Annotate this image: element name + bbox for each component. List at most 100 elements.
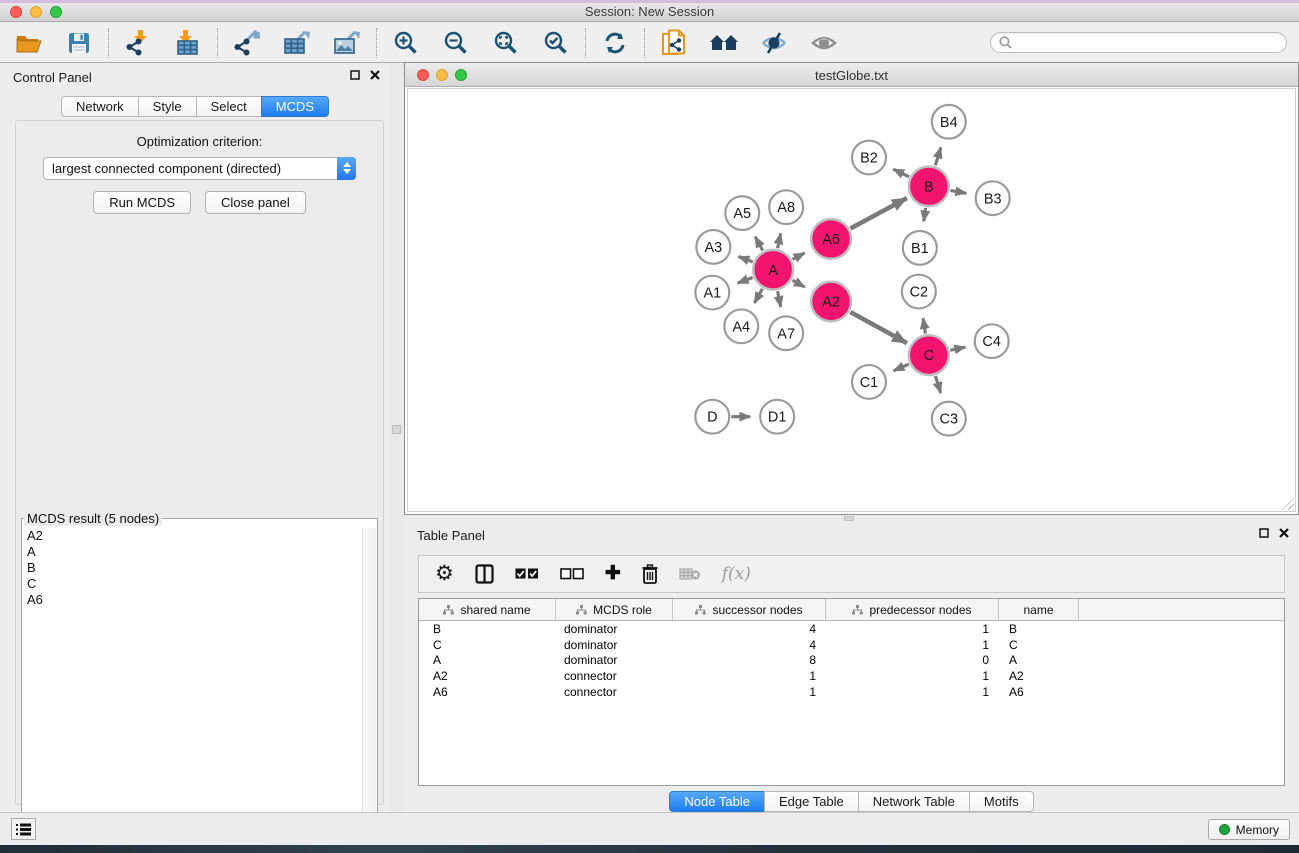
table-cell[interactable]: C [419, 638, 556, 652]
open-session-icon[interactable] [14, 28, 44, 58]
graph-edge-B-B2[interactable] [893, 169, 909, 177]
close-panel-icon[interactable] [370, 70, 380, 80]
graph-edge-A-A1[interactable] [738, 277, 753, 283]
graph-edge-A6-B[interactable] [850, 198, 906, 228]
graph-node-B3[interactable]: B3 [976, 181, 1010, 215]
hide-selected-icon[interactable] [759, 28, 789, 58]
apply-layout-icon[interactable] [600, 28, 630, 58]
graph-node-B4[interactable]: B4 [932, 105, 966, 139]
tab-edge-table[interactable]: Edge Table [764, 791, 859, 812]
graph-edge-C-C1[interactable] [894, 364, 909, 371]
graph-edge-A-A8[interactable] [778, 233, 781, 248]
table-cell[interactable]: 1 [826, 638, 999, 652]
tab-select[interactable]: Select [196, 96, 262, 117]
graph-edge-A-A7[interactable] [778, 291, 781, 307]
table-cell[interactable]: dominator [556, 622, 673, 636]
graph-node-A1[interactable]: A1 [695, 276, 729, 310]
tab-mcds[interactable]: MCDS [261, 96, 329, 117]
graph-node-A5[interactable]: A5 [725, 196, 759, 230]
table-row[interactable]: Bdominator41B [419, 621, 1284, 637]
graph-edge-B-B1[interactable] [924, 208, 926, 221]
close-panel-button[interactable]: Close panel [205, 191, 306, 214]
table-cell[interactable]: A6 [419, 685, 556, 699]
table-cell[interactable]: A6 [999, 685, 1079, 699]
graph-edge-A-A4[interactable] [754, 289, 762, 303]
graph-node-C2[interactable]: C2 [902, 275, 936, 309]
tab-network[interactable]: Network [61, 96, 139, 117]
graph-node-A8[interactable]: A8 [769, 190, 803, 224]
column-header-MCDS-role[interactable]: MCDS role [556, 599, 673, 620]
export-network-icon[interactable] [232, 28, 262, 58]
mcds-result-item[interactable]: A2 [23, 528, 362, 544]
graph-edge-A2-C[interactable] [850, 312, 907, 343]
table-row[interactable]: Adominator80A [419, 653, 1284, 669]
table-cell[interactable]: 8 [673, 653, 826, 667]
save-session-icon[interactable] [64, 28, 94, 58]
graph-edge-A-A3[interactable] [738, 257, 752, 262]
table-row[interactable]: Cdominator41C [419, 637, 1284, 653]
graph-node-D1[interactable]: D1 [760, 400, 794, 434]
graph-node-A3[interactable]: A3 [696, 230, 730, 264]
export-image-icon[interactable] [332, 28, 362, 58]
column-header-successor-nodes[interactable]: successor nodes [673, 599, 826, 620]
table-cell[interactable]: 1 [826, 669, 999, 683]
graph-node-C[interactable]: C [909, 335, 949, 375]
table-cell[interactable]: A2 [419, 669, 556, 683]
mcds-result-item[interactable]: B [23, 560, 362, 576]
column-header-name[interactable]: name [999, 599, 1079, 620]
table-cell[interactable]: B [419, 622, 556, 636]
import-table-icon[interactable] [173, 28, 203, 58]
add-column-icon[interactable]: ✚ [605, 561, 621, 587]
zoom-selected-icon[interactable] [541, 28, 571, 58]
column-header-shared-name[interactable]: shared name [419, 599, 556, 620]
delete-columns-icon[interactable] [642, 561, 658, 587]
deselect-all-columns-icon[interactable] [560, 561, 584, 587]
show-hidden-icon[interactable] [809, 28, 839, 58]
export-table-icon[interactable] [282, 28, 312, 58]
panels-menu-button[interactable] [11, 818, 36, 840]
table-cell[interactable]: B [999, 622, 1079, 636]
float-table-panel-icon[interactable] [1259, 528, 1269, 538]
graph-node-A7[interactable]: A7 [769, 316, 803, 350]
table-cell[interactable]: 1 [826, 685, 999, 699]
table-cell[interactable]: A [999, 653, 1079, 667]
table-options-icon[interactable]: ⚙ [435, 561, 454, 587]
select-all-columns-icon[interactable] [515, 561, 539, 587]
graph-node-A6[interactable]: A6 [811, 219, 851, 259]
result-scrollbar[interactable] [362, 528, 376, 852]
criterion-dropdown[interactable]: largest connected component (directed) [43, 157, 356, 180]
graph-node-C3[interactable]: C3 [932, 402, 966, 436]
home-view-icon[interactable] [709, 28, 739, 58]
graph-edge-A-A2[interactable] [792, 280, 804, 287]
graph-node-A[interactable]: A [753, 250, 793, 290]
graph-node-C4[interactable]: C4 [975, 324, 1009, 358]
graph-edge-A-A6[interactable] [793, 253, 805, 259]
table-cell[interactable]: 1 [673, 685, 826, 699]
table-cell[interactable]: connector [556, 669, 673, 683]
table-cell[interactable]: dominator [556, 653, 673, 667]
graph-edge-C-C2[interactable] [923, 318, 925, 333]
tab-network-table[interactable]: Network Table [858, 791, 970, 812]
table-cell[interactable]: C [999, 638, 1079, 652]
table-cell[interactable]: A2 [999, 669, 1079, 683]
float-panel-icon[interactable] [350, 70, 360, 80]
run-mcds-button[interactable]: Run MCDS [93, 191, 191, 214]
graph-edge-C-C4[interactable] [950, 347, 965, 350]
table-row[interactable]: A2connector11A2 [419, 668, 1284, 684]
graph-edge-C-C3[interactable] [935, 376, 940, 393]
divider-grip[interactable] [392, 425, 401, 434]
graph-node-B2[interactable]: B2 [852, 141, 886, 175]
table-cell[interactable]: connector [556, 685, 673, 699]
table-cell[interactable]: 1 [826, 622, 999, 636]
mcds-result-item[interactable]: C [23, 576, 362, 592]
graph-node-D[interactable]: D [695, 400, 729, 434]
delete-table-icon[interactable] [679, 561, 701, 587]
network-window-titlebar[interactable]: testGlobe.txt [405, 63, 1298, 87]
table-cell[interactable]: 0 [826, 653, 999, 667]
graph-edge-B-B4[interactable] [935, 147, 941, 165]
panel-divider[interactable] [390, 63, 404, 812]
tab-style[interactable]: Style [138, 96, 197, 117]
graph-node-C1[interactable]: C1 [852, 365, 886, 399]
tab-node-table[interactable]: Node Table [669, 791, 765, 812]
show-columns-icon[interactable] [475, 561, 494, 587]
